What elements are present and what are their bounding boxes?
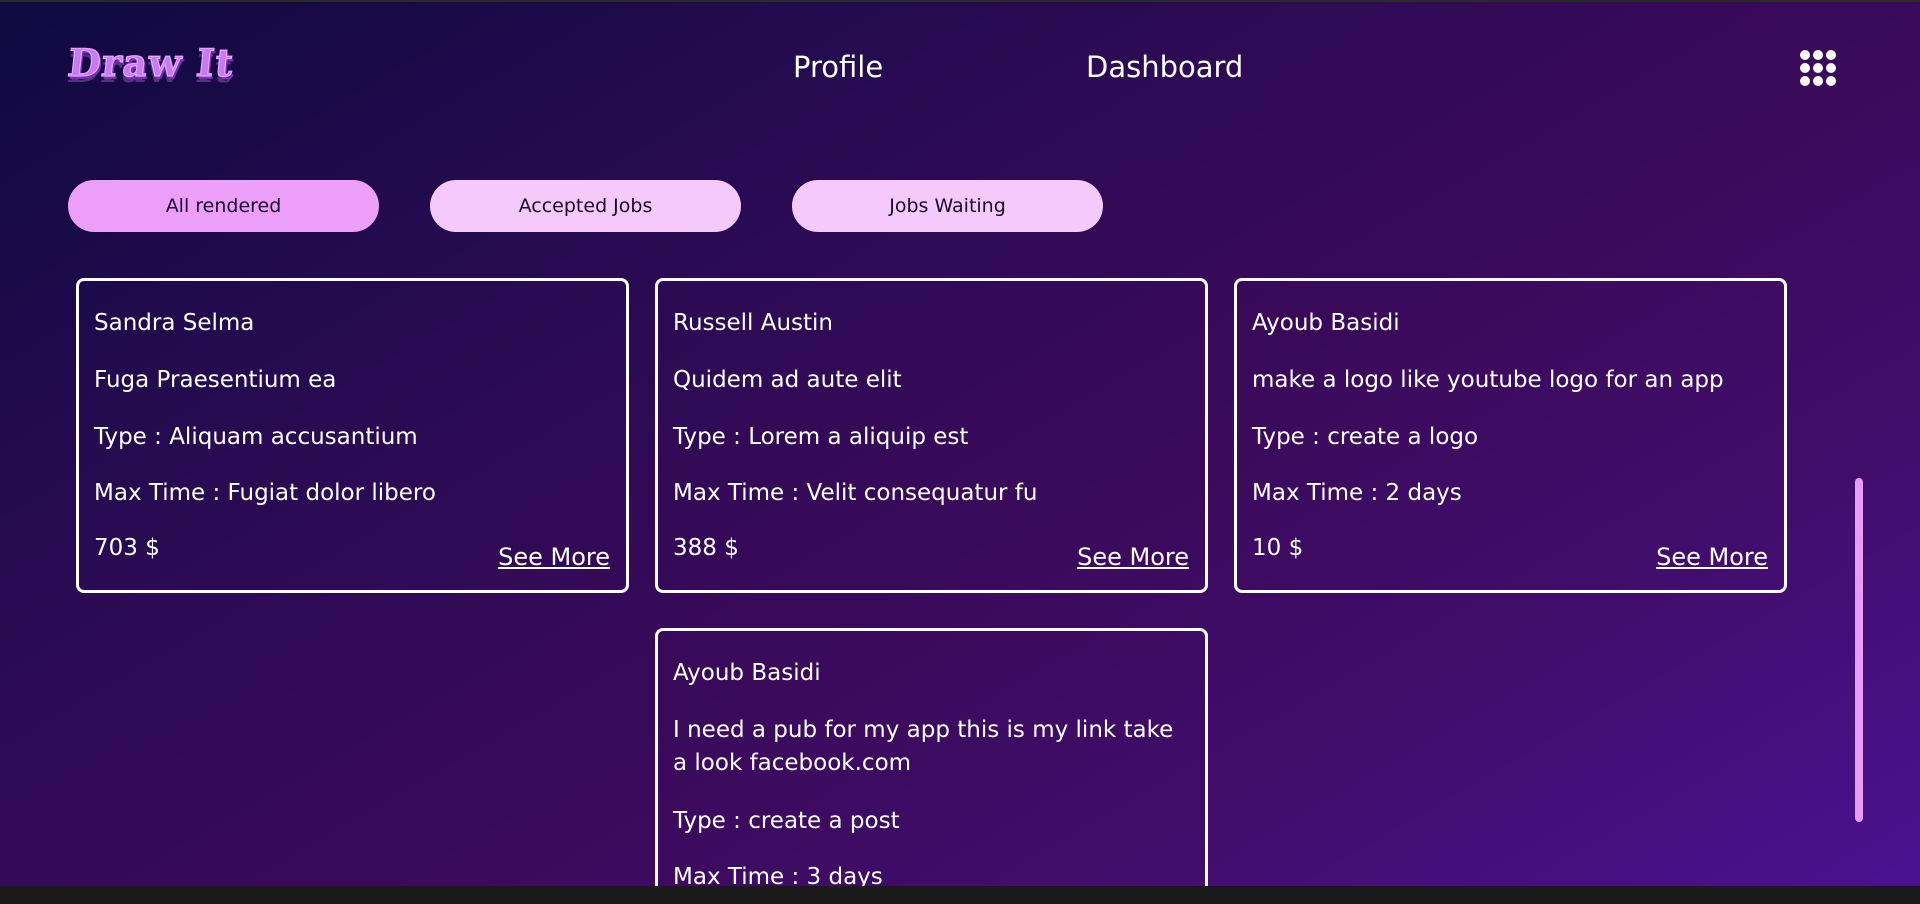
grid-dot (1813, 50, 1823, 60)
job-max-time: Max Time : 2 days (1252, 480, 1462, 506)
job-type: Type : create a logo (1252, 424, 1479, 450)
filter-all-rendered-button[interactable]: All rendered (68, 180, 379, 232)
page: Draw It Profile Dashboard All rendered A… (0, 2, 1920, 886)
job-client-name: Ayoub Basidi (1252, 310, 1400, 336)
grid-dot (1800, 50, 1810, 60)
scrollbar-thumb[interactable] (1855, 478, 1863, 822)
see-more-link[interactable]: See More (1656, 543, 1768, 571)
job-title: Fuga Praesentium ea (94, 367, 337, 393)
job-client-name: Ayoub Basidi (673, 660, 821, 686)
job-max-time: Max Time : Velit consequatur fu (673, 480, 1038, 506)
job-title: I need a pub for my app this is my link … (673, 717, 1174, 776)
job-card: Russell Austin Quidem ad aute elit Type … (655, 278, 1208, 593)
job-price: 388 $ (673, 535, 739, 561)
grid-dot (1813, 63, 1823, 73)
job-type: Type : Aliquam accusantium (94, 424, 418, 450)
job-max-time: Max Time : Fugiat dolor libero (94, 480, 436, 506)
job-max-time: Max Time : 3 days (673, 864, 883, 886)
grid-dot (1826, 50, 1836, 60)
grid-dot (1826, 76, 1836, 86)
job-title: make a logo like youtube logo for an app (1252, 367, 1724, 393)
job-client-name: Sandra Selma (94, 310, 255, 336)
job-card: Ayoub Basidi I need a pub for my app thi… (655, 628, 1208, 886)
app-logo[interactable]: Draw It (65, 39, 237, 85)
job-price: 703 $ (94, 535, 160, 561)
apps-grid-icon[interactable] (1800, 50, 1840, 90)
job-card: Ayoub Basidi make a logo like youtube lo… (1234, 278, 1787, 593)
grid-dot (1800, 63, 1810, 73)
job-type: Type : Lorem a aliquip est (673, 424, 969, 450)
nav-dashboard-link[interactable]: Dashboard (1086, 50, 1243, 84)
job-type: Type : create a post (673, 808, 900, 834)
see-more-link[interactable]: See More (1077, 543, 1189, 571)
grid-dot (1813, 76, 1823, 86)
nav-profile-link[interactable]: Profile (793, 50, 883, 84)
job-card: Sandra Selma Fuga Praesentium ea Type : … (76, 278, 629, 593)
bottom-bar (0, 886, 1920, 904)
filter-accepted-jobs-button[interactable]: Accepted Jobs (430, 180, 741, 232)
job-price: 10 $ (1252, 535, 1304, 561)
grid-dot (1800, 76, 1810, 86)
job-title: Quidem ad aute elit (673, 367, 902, 393)
job-client-name: Russell Austin (673, 310, 834, 336)
grid-dot (1826, 63, 1836, 73)
filter-jobs-waiting-button[interactable]: Jobs Waiting (792, 180, 1103, 232)
see-more-link[interactable]: See More (498, 543, 610, 571)
